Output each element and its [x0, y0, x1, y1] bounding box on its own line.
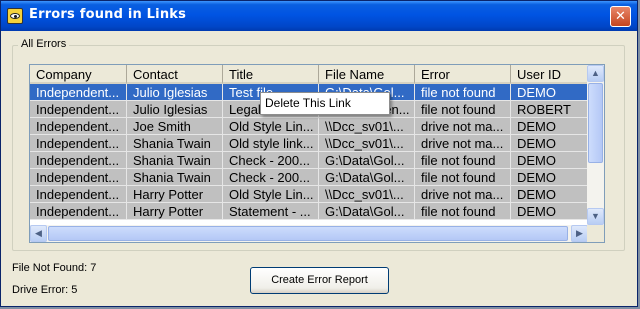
- close-icon: ✕: [615, 9, 626, 24]
- group-label: All Errors: [18, 38, 70, 50]
- cell-error: file not found: [415, 152, 511, 169]
- cell-file-name: G:\Data\Gol...: [319, 169, 415, 186]
- cell-title: Old Style Lin...: [223, 118, 319, 135]
- cell-company: Independent...: [30, 169, 127, 186]
- cell-file-name: G:\Data\Gol...: [319, 203, 415, 220]
- window-title: Errors found in Links: [29, 7, 187, 22]
- cell-error: drive not ma...: [415, 186, 511, 203]
- vertical-scroll-thumb[interactable]: [588, 83, 603, 163]
- close-button[interactable]: ✕: [610, 6, 631, 27]
- cell-file-name: \\Dcc_sv01\...: [319, 118, 415, 135]
- cell-title: Check - 200...: [223, 152, 319, 169]
- cell-company: Independent...: [30, 203, 127, 220]
- scroll-down-button[interactable]: ▼: [587, 208, 604, 225]
- cell-user-id: DEMO: [511, 169, 588, 186]
- column-header-contact[interactable]: Contact: [127, 65, 223, 84]
- column-header-error[interactable]: Error: [415, 65, 511, 84]
- scroll-left-button[interactable]: ◀: [30, 225, 47, 242]
- create-error-report-button[interactable]: Create Error Report: [250, 267, 389, 294]
- cell-file-name: \\Dcc_sv01\...: [319, 186, 415, 203]
- cell-company: Independent...: [30, 118, 127, 135]
- cell-title: Old style link...: [223, 135, 319, 152]
- column-header-user-id[interactable]: User ID: [511, 65, 588, 84]
- cell-user-id: ROBERT: [511, 101, 588, 118]
- cell-company: Independent...: [30, 152, 127, 169]
- cell-contact: Shania Twain: [127, 135, 223, 152]
- cell-user-id: DEMO: [511, 203, 588, 220]
- file-not-found-count: File Not Found: 7: [12, 262, 97, 274]
- cell-contact: Julio Iglesias: [127, 101, 223, 118]
- arrow-up-icon: ▲: [591, 68, 600, 78]
- table-row[interactable]: Independent... Harry Potter Old Style Li…: [30, 186, 588, 203]
- table-row[interactable]: Independent... Shania Twain Check - 200.…: [30, 152, 588, 169]
- cell-error: drive not ma...: [415, 135, 511, 152]
- table-row[interactable]: Independent... Shania Twain Old style li…: [30, 135, 588, 152]
- cell-title: Statement - ...: [223, 203, 319, 220]
- cell-contact: Harry Potter: [127, 186, 223, 203]
- column-header-company[interactable]: Company: [30, 65, 127, 84]
- cell-error: file not found: [415, 101, 511, 118]
- arrow-right-icon: ▶: [576, 228, 583, 238]
- cell-contact: Shania Twain: [127, 169, 223, 186]
- cell-user-id: DEMO: [511, 135, 588, 152]
- vertical-scrollbar[interactable]: ▲ ▼: [587, 65, 604, 225]
- arrow-left-icon: ◀: [35, 228, 42, 238]
- cell-file-name: \\Dcc_sv01\...: [319, 135, 415, 152]
- eye-icon: [7, 8, 23, 24]
- cell-user-id: DEMO: [511, 186, 588, 203]
- horizontal-scroll-thumb[interactable]: [48, 226, 568, 241]
- cell-user-id: DEMO: [511, 118, 588, 135]
- cell-title: Check - 200...: [223, 169, 319, 186]
- cell-user-id: DEMO: [511, 152, 588, 169]
- errors-table[interactable]: Company Contact Title File Name Error Us…: [29, 64, 605, 243]
- context-menu: Delete This Link: [260, 92, 390, 115]
- cell-error: file not found: [415, 169, 511, 186]
- cell-company: Independent...: [30, 186, 127, 203]
- table-row[interactable]: Independent... Shania Twain Check - 200.…: [30, 169, 588, 186]
- cell-error: file not found: [415, 84, 511, 101]
- cell-company: Independent...: [30, 135, 127, 152]
- title-bar[interactable]: Errors found in Links ✕: [1, 1, 637, 31]
- cell-error: drive not ma...: [415, 118, 511, 135]
- drive-error-count: Drive Error: 5: [12, 284, 78, 296]
- cell-error: file not found: [415, 203, 511, 220]
- cell-title: Old Style Lin...: [223, 186, 319, 203]
- errors-dialog: Errors found in Links ✕ All Errors Compa…: [0, 0, 638, 307]
- cell-company: Independent...: [30, 84, 127, 101]
- cell-file-name: G:\Data\Gol...: [319, 152, 415, 169]
- cell-contact: Harry Potter: [127, 203, 223, 220]
- horizontal-scrollbar[interactable]: ◀ ▶: [30, 225, 588, 242]
- cell-contact: Julio Iglesias: [127, 84, 223, 101]
- cell-contact: Joe Smith: [127, 118, 223, 135]
- scroll-right-button[interactable]: ▶: [571, 225, 588, 242]
- arrow-down-icon: ▼: [591, 211, 600, 221]
- cell-contact: Shania Twain: [127, 152, 223, 169]
- cell-user-id: DEMO: [511, 84, 588, 101]
- table-row[interactable]: Independent... Harry Potter Statement - …: [30, 203, 588, 220]
- column-header-file-name[interactable]: File Name: [319, 65, 415, 84]
- scroll-up-button[interactable]: ▲: [587, 65, 604, 82]
- table-row[interactable]: Independent... Joe Smith Old Style Lin..…: [30, 118, 588, 135]
- table-header: Company Contact Title File Name Error Us…: [30, 65, 588, 84]
- column-header-title[interactable]: Title: [223, 65, 319, 84]
- scroll-corner: [587, 225, 604, 242]
- delete-link-menu-item[interactable]: Delete This Link: [261, 93, 393, 114]
- cell-company: Independent...: [30, 101, 127, 118]
